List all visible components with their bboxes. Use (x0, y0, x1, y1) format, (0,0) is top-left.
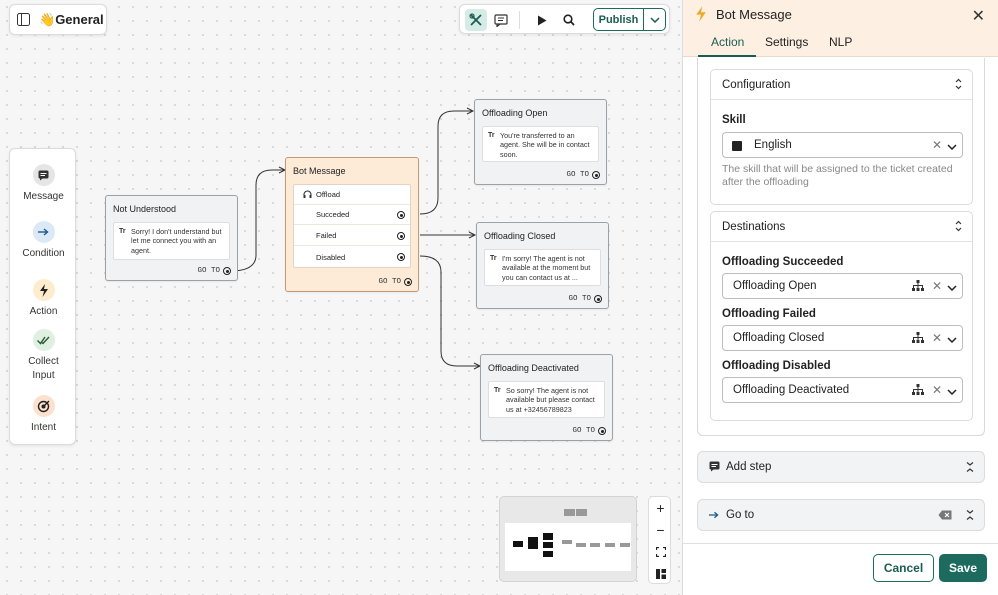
tab-settings[interactable]: Settings (765, 35, 808, 49)
sitemap-icon[interactable] (912, 384, 924, 398)
goto-port[interactable]: GO TO (566, 171, 600, 179)
chevron-down-icon[interactable] (947, 141, 957, 153)
zoom-out-icon[interactable]: − (649, 519, 672, 541)
row-succeeded[interactable]: Succeded (294, 205, 410, 225)
active-tab-indicator (698, 55, 756, 57)
node-message: Tr Sorry! I don't understand but let me … (113, 222, 230, 260)
failed-label: Offloading Failed (722, 308, 816, 320)
sitemap-icon[interactable] (912, 280, 924, 294)
node-bot-message[interactable]: Bot Message Offload Succeded Failed Disa… (285, 157, 419, 292)
save-button[interactable]: Save (939, 554, 987, 582)
goto-port[interactable]: GO TO (378, 278, 412, 286)
panel-footer: Cancel Save (683, 543, 998, 595)
succeeded-select[interactable]: Offloading Open ✕ (722, 273, 963, 299)
clear-icon[interactable]: ✕ (932, 279, 942, 293)
headset-icon (303, 190, 312, 201)
node-title: Not Understood (113, 204, 177, 214)
succeeded-label: Offloading Succeeded (722, 256, 844, 268)
goto-port[interactable]: GO TO (572, 427, 606, 435)
node-not-understood[interactable]: Not Understood Tr Sorry! I don't underst… (105, 195, 238, 281)
text-type-icon: Tr (488, 132, 495, 139)
disabled-select[interactable]: Offloading Deactivated ✕ (722, 377, 963, 403)
skill-flag-icon (732, 141, 742, 151)
go-to-row[interactable]: Go to (697, 499, 985, 531)
arrow-right-icon (709, 510, 719, 522)
text-type-icon: Tr (494, 387, 501, 394)
offload-row: Offload (294, 185, 410, 205)
tab-nlp[interactable]: NLP (829, 35, 852, 49)
zoom-in-icon[interactable]: + (649, 497, 672, 519)
text-type-icon: Tr (490, 255, 497, 262)
clear-icon[interactable]: ✕ (932, 138, 942, 152)
properties-panel: Bot Message ✕ Action Settings NLP Config… (682, 0, 998, 595)
configuration-header[interactable]: Configuration (711, 70, 972, 100)
port-icon[interactable] (223, 267, 231, 275)
text-type-icon: Tr (119, 228, 126, 235)
backspace-icon[interactable] (938, 510, 952, 523)
expand-toggle-icon[interactable] (955, 78, 962, 93)
node-title: Offloading Deactivated (488, 363, 579, 373)
failed-select[interactable]: Offloading Closed ✕ (722, 325, 963, 351)
node-offloading-deactivated[interactable]: Offloading Deactivated Tr So sorry! The … (480, 354, 613, 441)
tab-action[interactable]: Action (711, 35, 744, 49)
message-icon (709, 461, 720, 475)
chevron-down-icon[interactable] (947, 386, 957, 398)
goto-port[interactable]: GO TO (197, 267, 231, 275)
sitemap-icon[interactable] (912, 332, 924, 346)
cancel-button[interactable]: Cancel (873, 554, 934, 582)
configuration-section: Configuration Skill English ✕ The skill … (710, 69, 973, 205)
node-offloading-closed[interactable]: Offloading Closed Tr I'm sorry! The agen… (476, 222, 609, 309)
panel-title: Bot Message (716, 7, 792, 22)
panel-content[interactable]: Configuration Skill English ✕ The skill … (697, 58, 985, 436)
fit-view-icon[interactable] (649, 541, 672, 563)
port-icon[interactable] (404, 278, 412, 286)
chevron-down-icon[interactable] (947, 282, 957, 294)
collapse-toggle-icon[interactable] (966, 461, 974, 476)
port-icon[interactable] (592, 171, 600, 179)
destinations-section: Destinations Offloading Succeeded Offloa… (710, 211, 973, 421)
port-icon[interactable] (594, 295, 602, 303)
minimap-viewport[interactable] (505, 523, 631, 571)
skill-label: Skill (722, 114, 746, 126)
close-icon[interactable]: ✕ (972, 6, 985, 26)
minimap[interactable] (499, 496, 637, 582)
row-disabled[interactable]: Disabled (294, 247, 410, 267)
layout-icon[interactable] (649, 563, 672, 585)
node-title: Offloading Open (482, 108, 548, 118)
node-offloading-open[interactable]: Offloading Open Tr You're transferred to… (474, 99, 607, 185)
zoom-controls: + − (648, 496, 671, 584)
clear-icon[interactable]: ✕ (932, 383, 942, 397)
node-title: Offloading Closed (484, 231, 556, 241)
offload-box: Offload Succeded Failed Disabled (293, 184, 411, 268)
row-failed[interactable]: Failed (294, 226, 410, 246)
destinations-header[interactable]: Destinations (711, 212, 972, 242)
bolt-icon (695, 6, 707, 27)
disabled-label: Offloading Disabled (722, 360, 831, 372)
port-icon[interactable] (397, 232, 405, 240)
chevron-down-icon[interactable] (947, 334, 957, 346)
skill-hint: The skill that will be assigned to the t… (722, 163, 953, 188)
collapse-toggle-icon[interactable] (966, 509, 974, 524)
port-icon[interactable] (598, 427, 606, 435)
panel-header: Bot Message ✕ Action Settings NLP (683, 0, 998, 57)
node-title: Bot Message (293, 166, 346, 176)
expand-toggle-icon[interactable] (955, 220, 962, 235)
node-message: Tr You're transferred to an agent. She w… (482, 126, 599, 162)
port-icon[interactable] (397, 253, 405, 261)
clear-icon[interactable]: ✕ (932, 331, 942, 345)
add-step-row[interactable]: Add step (697, 451, 985, 483)
node-message: Tr So sorry! The agent is not available … (488, 381, 605, 418)
goto-port[interactable]: GO TO (568, 295, 602, 303)
skill-select[interactable]: English ✕ (722, 132, 963, 158)
port-icon[interactable] (397, 211, 405, 219)
node-message: Tr I'm sorry! The agent is not available… (484, 249, 601, 286)
